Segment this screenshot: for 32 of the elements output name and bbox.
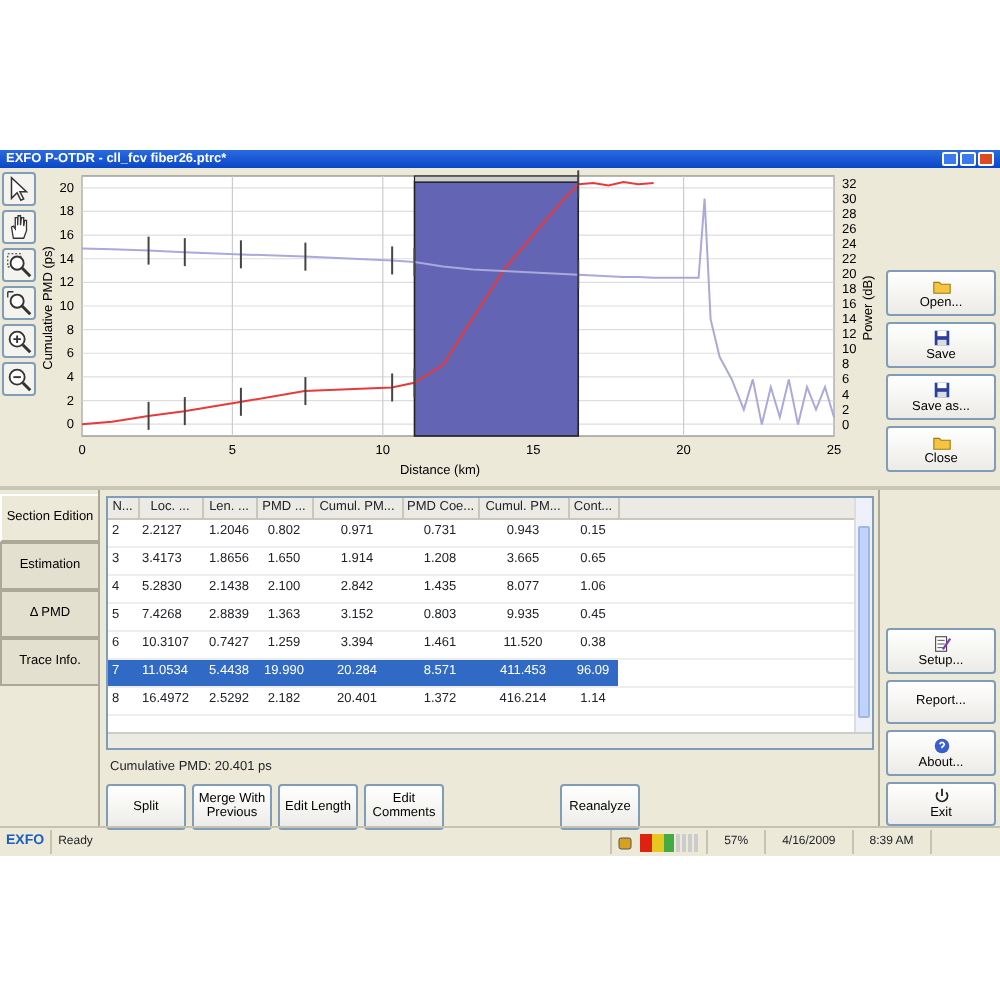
section-marker xyxy=(577,259,580,290)
section-marker xyxy=(413,246,416,277)
notepad-icon xyxy=(931,633,951,654)
zoom-fit-tool[interactable] xyxy=(2,286,36,320)
section-marker xyxy=(147,400,150,431)
zoom-in-tool[interactable] xyxy=(2,324,36,358)
minimize-button[interactable] xyxy=(942,152,958,166)
power-icon xyxy=(931,786,951,807)
section-marker xyxy=(413,367,416,398)
hand-tool[interactable] xyxy=(2,210,36,244)
section-marker xyxy=(239,239,242,270)
zoom-out-tool[interactable] xyxy=(2,362,36,396)
close-button[interactable] xyxy=(978,152,994,166)
section-marker xyxy=(147,235,150,266)
section-marker xyxy=(183,237,186,268)
section-marker xyxy=(391,245,394,276)
horizontal-scrollbar[interactable] xyxy=(108,732,872,748)
section-marker xyxy=(304,376,307,407)
section-marker xyxy=(577,169,580,200)
section-marker xyxy=(183,396,186,427)
level-meter xyxy=(640,833,701,851)
section-marker xyxy=(391,372,394,403)
section-marker xyxy=(304,241,307,272)
selected-section-highlight[interactable] xyxy=(413,175,580,437)
help-icon xyxy=(931,735,951,756)
zoom-area-tool[interactable] xyxy=(2,248,36,282)
maximize-button[interactable] xyxy=(960,152,976,166)
vertical-scrollbar[interactable] xyxy=(854,498,872,732)
pointer-tool[interactable] xyxy=(2,172,36,206)
folder-icon xyxy=(931,276,951,296)
section-marker xyxy=(239,386,242,417)
folder-icon xyxy=(931,432,951,452)
